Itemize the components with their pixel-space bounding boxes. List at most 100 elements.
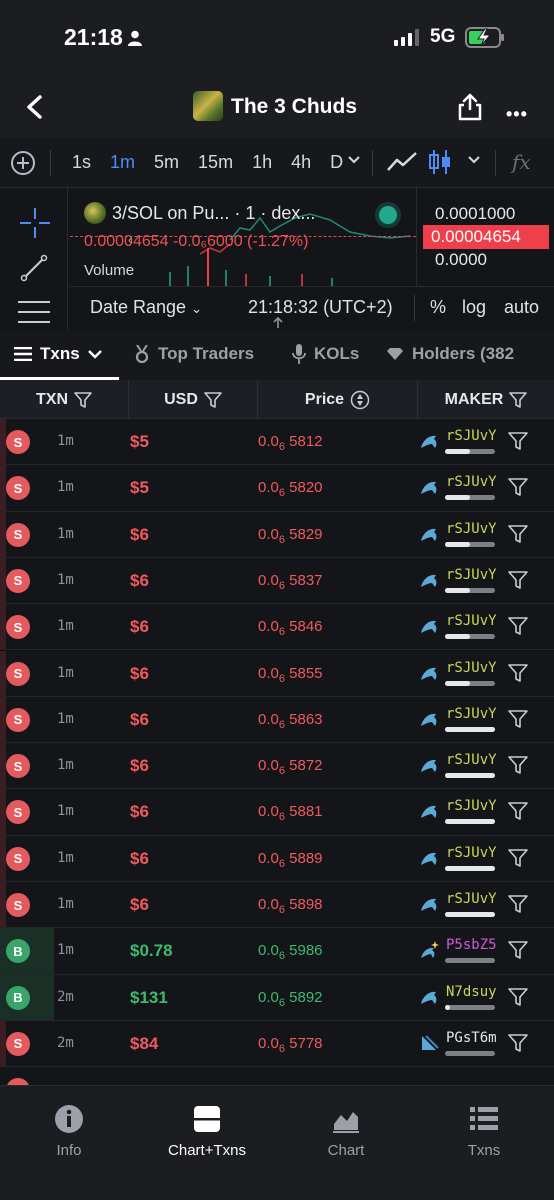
maker-balance-fill: [445, 726, 495, 732]
filter-icon[interactable]: [508, 895, 528, 913]
sell-badge: S: [6, 1031, 30, 1056]
filter-icon[interactable]: [508, 663, 528, 682]
table-row[interactable]: B 2m $131 0.06 5892 N7dsuy: [0, 974, 554, 1021]
filter-icon[interactable]: [509, 391, 528, 408]
nav-info[interactable]: Info: [0, 1104, 138, 1159]
maker-address[interactable]: rSJUvY: [446, 752, 497, 768]
table-row[interactable]: S 1m $6 0.06 5863 rSJUvY: [0, 696, 554, 744]
maker-address[interactable]: PGsT6m: [446, 1030, 497, 1046]
interval-1m[interactable]: 1m: [110, 152, 135, 173]
txn-usd: $6: [130, 802, 149, 822]
table-row[interactable]: S 2m $84 0.06 5778 PGsT6m: [0, 1020, 554, 1068]
filter-icon[interactable]: [508, 617, 528, 635]
table-row[interactable]: [0, 1067, 554, 1085]
table-row[interactable]: S 1m $6 0.06 5829 rSJUvY: [0, 511, 554, 558]
line-chart-icon[interactable]: [386, 150, 418, 174]
table-row[interactable]: S 1m $5 0.06 5820 rSJUvY: [0, 465, 554, 512]
interval-1h[interactable]: 1h: [252, 152, 272, 173]
list-icon: [470, 1107, 498, 1130]
live-indicator: [379, 206, 397, 224]
interval-5m[interactable]: 5m: [154, 152, 179, 173]
price-axis[interactable]: 0.0001000 0.00004654 0.0000: [416, 188, 554, 286]
horizontal-lines-icon[interactable]: [18, 300, 50, 324]
maker-address[interactable]: P5sbZ5: [446, 937, 497, 953]
maker-address[interactable]: rSJUvY: [446, 567, 497, 583]
column-label: MAKER: [444, 390, 504, 408]
table-row[interactable]: S 1m $6 0.06 5846 rSJUvY: [0, 604, 554, 651]
txn-price: 0.06 5829: [258, 526, 323, 546]
dolphin-icon: [421, 574, 437, 587]
share-icon[interactable]: [458, 93, 482, 121]
sort-icon[interactable]: [350, 390, 370, 410]
candlestick-icon[interactable]: [428, 148, 452, 176]
back-icon[interactable]: [22, 94, 48, 120]
filter-icon[interactable]: [508, 524, 528, 543]
maker-address[interactable]: rSJUvY: [446, 891, 497, 907]
crosshair-icon[interactable]: [20, 208, 50, 238]
status-time: 21:18: [64, 24, 123, 50]
table-row[interactable]: S 1m $6 0.06 5872 rSJUvY: [0, 743, 554, 790]
maker-address[interactable]: rSJUvY: [446, 660, 497, 676]
table-row[interactable]: S 1m $6 0.06 5889 rSJUvY: [0, 835, 554, 882]
chart-plot[interactable]: 3/SOL on Pu... · 1 · dex... 0.00004654 -…: [70, 188, 416, 286]
log-scale-toggle[interactable]: log: [462, 297, 486, 318]
nav-chart-txns[interactable]: Chart+Txns: [138, 1104, 276, 1159]
tab-holders[interactable]: Holders (382: [386, 344, 514, 364]
filter-icon[interactable]: [508, 941, 528, 960]
tab-kols[interactable]: KOLs: [292, 344, 359, 364]
maker-address[interactable]: rSJUvY: [446, 613, 497, 629]
table-row[interactable]: S 1m $6 0.06 5898 rSJUvY: [0, 882, 554, 929]
nav-chart[interactable]: Chart: [277, 1104, 415, 1159]
interval-15m[interactable]: 15m: [198, 152, 233, 173]
table-row[interactable]: S 1m $5 0.06 5812 rSJUvY: [0, 419, 554, 466]
trendline-icon[interactable]: [20, 254, 48, 282]
filter-icon[interactable]: [508, 709, 528, 728]
maker-address[interactable]: rSJUvY: [446, 521, 497, 537]
filter-icon[interactable]: [508, 1034, 528, 1052]
date-range-button[interactable]: Date Range ⌄: [90, 297, 202, 318]
table-row[interactable]: S 1m $6 0.06 5855 rSJUvY: [0, 650, 554, 697]
filter-icon[interactable]: [508, 802, 528, 821]
table-row[interactable]: B 1m $0.78 0.06 5986 P5sbZ5: [0, 928, 554, 975]
tab-top-traders[interactable]: Top Traders: [134, 344, 254, 364]
maker-address[interactable]: rSJUvY: [446, 474, 497, 490]
chevron-down-icon[interactable]: [468, 154, 480, 166]
chevron-down-icon[interactable]: [348, 154, 360, 166]
auto-scale-toggle[interactable]: auto: [504, 297, 539, 318]
price-zero-count: 6: [278, 533, 285, 546]
txn-usd: $6: [130, 756, 149, 776]
interval-d[interactable]: D: [330, 152, 343, 173]
filter-icon[interactable]: [508, 987, 528, 1006]
nav-txns[interactable]: Txns: [415, 1104, 553, 1159]
filter-icon[interactable]: [508, 756, 528, 774]
filter-icon[interactable]: [508, 478, 528, 497]
filter-icon[interactable]: [508, 848, 528, 867]
column-maker[interactable]: MAKER: [418, 380, 554, 419]
table-row[interactable]: S 1m $6 0.06 5837 rSJUvY: [0, 557, 554, 605]
maker-address[interactable]: rSJUvY: [446, 706, 497, 722]
percent-scale-toggle[interactable]: %: [430, 297, 446, 318]
maker-address[interactable]: N7dsuy: [446, 984, 497, 1000]
filter-icon[interactable]: [508, 571, 528, 589]
column-usd[interactable]: USD: [129, 380, 258, 419]
more-options-icon[interactable]: •••: [506, 104, 528, 125]
maker-address[interactable]: rSJUvY: [446, 428, 497, 444]
chevron-left-icon[interactable]: ‹: [128, 232, 132, 247]
tab-txns[interactable]: Txns: [14, 344, 102, 364]
maker-address[interactable]: rSJUvY: [446, 845, 497, 861]
maker-balance-bar: [445, 958, 495, 964]
nav-label: Chart: [327, 1142, 365, 1159]
divider: [372, 150, 373, 176]
interval-1s[interactable]: 1s: [72, 152, 91, 173]
filter-icon[interactable]: [74, 391, 92, 408]
filter-icon[interactable]: [204, 391, 222, 408]
maker-address[interactable]: rSJUvY: [446, 798, 497, 814]
column-price[interactable]: Price: [258, 380, 418, 419]
interval-4h[interactable]: 4h: [291, 152, 311, 173]
add-indicator-icon[interactable]: [11, 151, 35, 175]
filter-icon[interactable]: [508, 432, 528, 450]
table-row[interactable]: S 1m $6 0.06 5881 rSJUvY: [0, 789, 554, 836]
price-zero-count: 6: [278, 904, 285, 916]
indicators-fx-icon[interactable]: fx: [512, 150, 531, 174]
column-txn[interactable]: TXN: [0, 380, 129, 419]
